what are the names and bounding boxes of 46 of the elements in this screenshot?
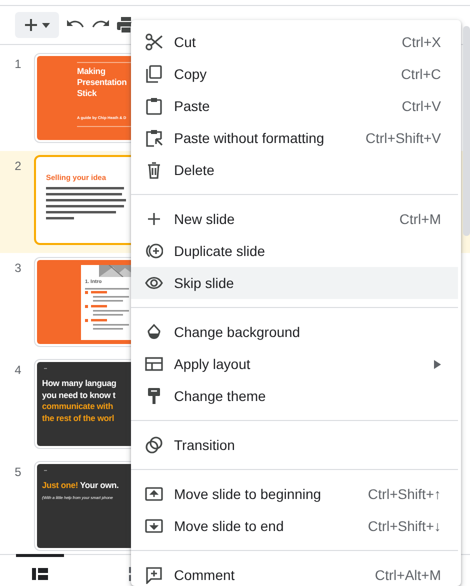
shortcut-label: Ctrl+Alt+M [374,567,441,583]
slide-text: communicate with [42,401,114,412]
new-slide-button[interactable] [15,12,59,38]
paint-roller-icon [145,387,163,405]
slide-number: 5 [14,464,22,481]
menu-item[interactable]: Skip slide [131,267,458,299]
copy-icon [145,65,163,83]
move-down-icon [145,517,163,535]
overlapping-circles-icon [145,436,163,454]
slide-number: 4 [14,362,22,379]
comment-icon [145,566,163,584]
slide-title: Making [77,66,106,77]
shortcut-label: Ctrl+Shift+↓ [368,518,441,534]
plus-icon [24,18,38,32]
slide-text: the rest of the worl [42,412,116,424]
trash-icon [145,161,163,179]
scissors-icon [145,33,163,51]
duplicate-icon [145,242,163,260]
layout-icon [145,355,163,373]
shortcut-label: Ctrl+V [402,98,441,114]
slide-text: How many languag [42,378,118,390]
caret-icon [42,22,50,28]
drop-icon [145,323,163,341]
plus-icon [145,210,163,228]
menu-item[interactable]: Cut Ctrl+X [131,26,458,58]
slide-text: you need to know t [42,390,116,401]
shortcut-label: Ctrl+Shift+V [366,130,441,146]
scrollbar[interactable] [463,26,470,236]
clipboard-icon [145,97,163,115]
slide-text: Just one! Your own. [42,480,120,492]
shortcut-label: Ctrl+M [399,211,441,227]
slide-number: 3 [14,260,22,277]
slide-number: 1 [14,56,22,73]
filmstrip-icon [32,568,48,580]
clipboard-cursor-icon [145,129,163,147]
menu-item[interactable]: Delete [131,154,458,186]
slide-title: Stick [77,88,98,99]
shortcut-label: Ctrl+Shift+↑ [368,486,441,502]
move-up-icon [145,485,163,503]
menu-item[interactable]: New slide Ctrl+M [131,203,458,235]
slide-title: Presentation [77,77,128,88]
shortcut-label: Ctrl+C [400,66,441,82]
slide-number: 2 [14,158,22,175]
eye-icon [145,274,163,292]
shortcut-label: Ctrl+X [402,34,441,50]
menu-item[interactable]: Comment Ctrl+Alt+M [131,559,458,586]
